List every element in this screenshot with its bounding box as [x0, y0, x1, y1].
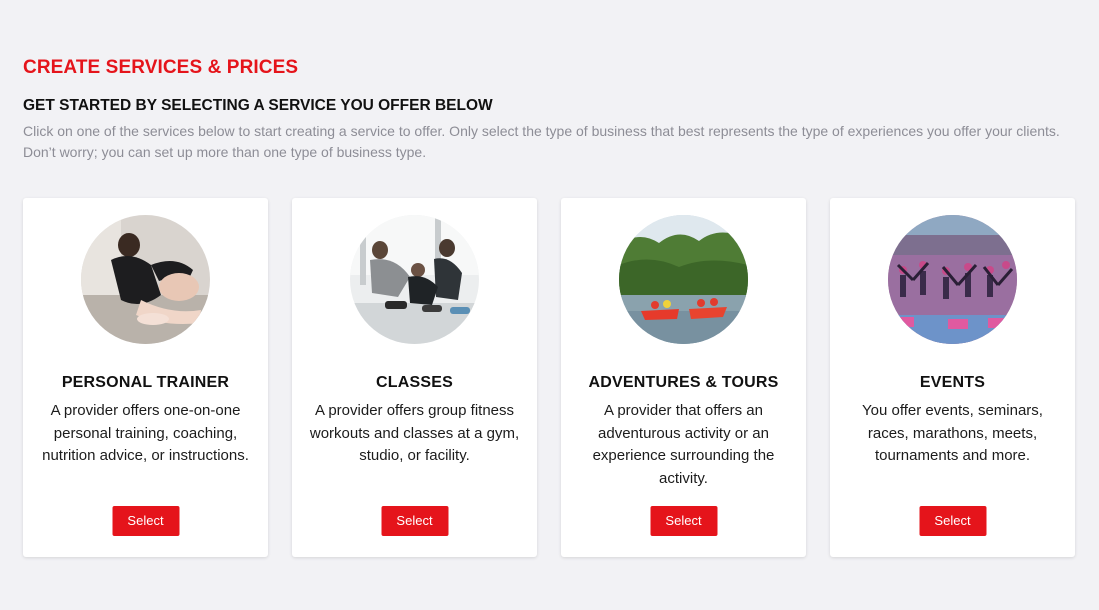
card-description: A provider offers group fitness workouts…	[309, 402, 520, 464]
events-image	[888, 215, 1017, 344]
card-title: ADVENTURES & TOURS	[588, 374, 779, 391]
service-cards: PERSONAL TRAINER A provider offers one-o…	[23, 198, 1075, 557]
section-description: Click on one of the services below to st…	[23, 123, 1060, 160]
select-events-button[interactable]: Select	[919, 506, 986, 536]
service-card-adventures-tours: ADVENTURES & TOURS A provider that offer…	[561, 198, 806, 557]
service-card-events: EVENTS You offer events, seminars, races…	[830, 198, 1075, 557]
personal-trainer-image	[81, 215, 210, 344]
select-classes-button[interactable]: Select	[381, 506, 448, 536]
card-description: A provider offers one-on-one personal tr…	[42, 402, 249, 464]
classes-image	[350, 215, 479, 344]
adventures-tours-image	[619, 215, 748, 344]
section-subtitle: GET STARTED BY SELECTING A SERVICE YOU O…	[23, 97, 493, 114]
card-description: A provider that offers an adventurous ac…	[592, 402, 775, 487]
service-card-classes: CLASSES A provider offers group fitness …	[292, 198, 537, 557]
select-personal-trainer-button[interactable]: Select	[112, 506, 179, 536]
page-title: CREATE SERVICES & PRICES	[23, 57, 299, 78]
card-title: EVENTS	[919, 374, 986, 391]
card-title: CLASSES	[376, 374, 453, 391]
card-description: You offer events, seminars, races, marat…	[862, 402, 1043, 464]
service-card-personal-trainer: PERSONAL TRAINER A provider offers one-o…	[23, 198, 268, 557]
card-title: PERSONAL TRAINER	[61, 374, 230, 391]
select-adventures-tours-button[interactable]: Select	[650, 506, 717, 536]
